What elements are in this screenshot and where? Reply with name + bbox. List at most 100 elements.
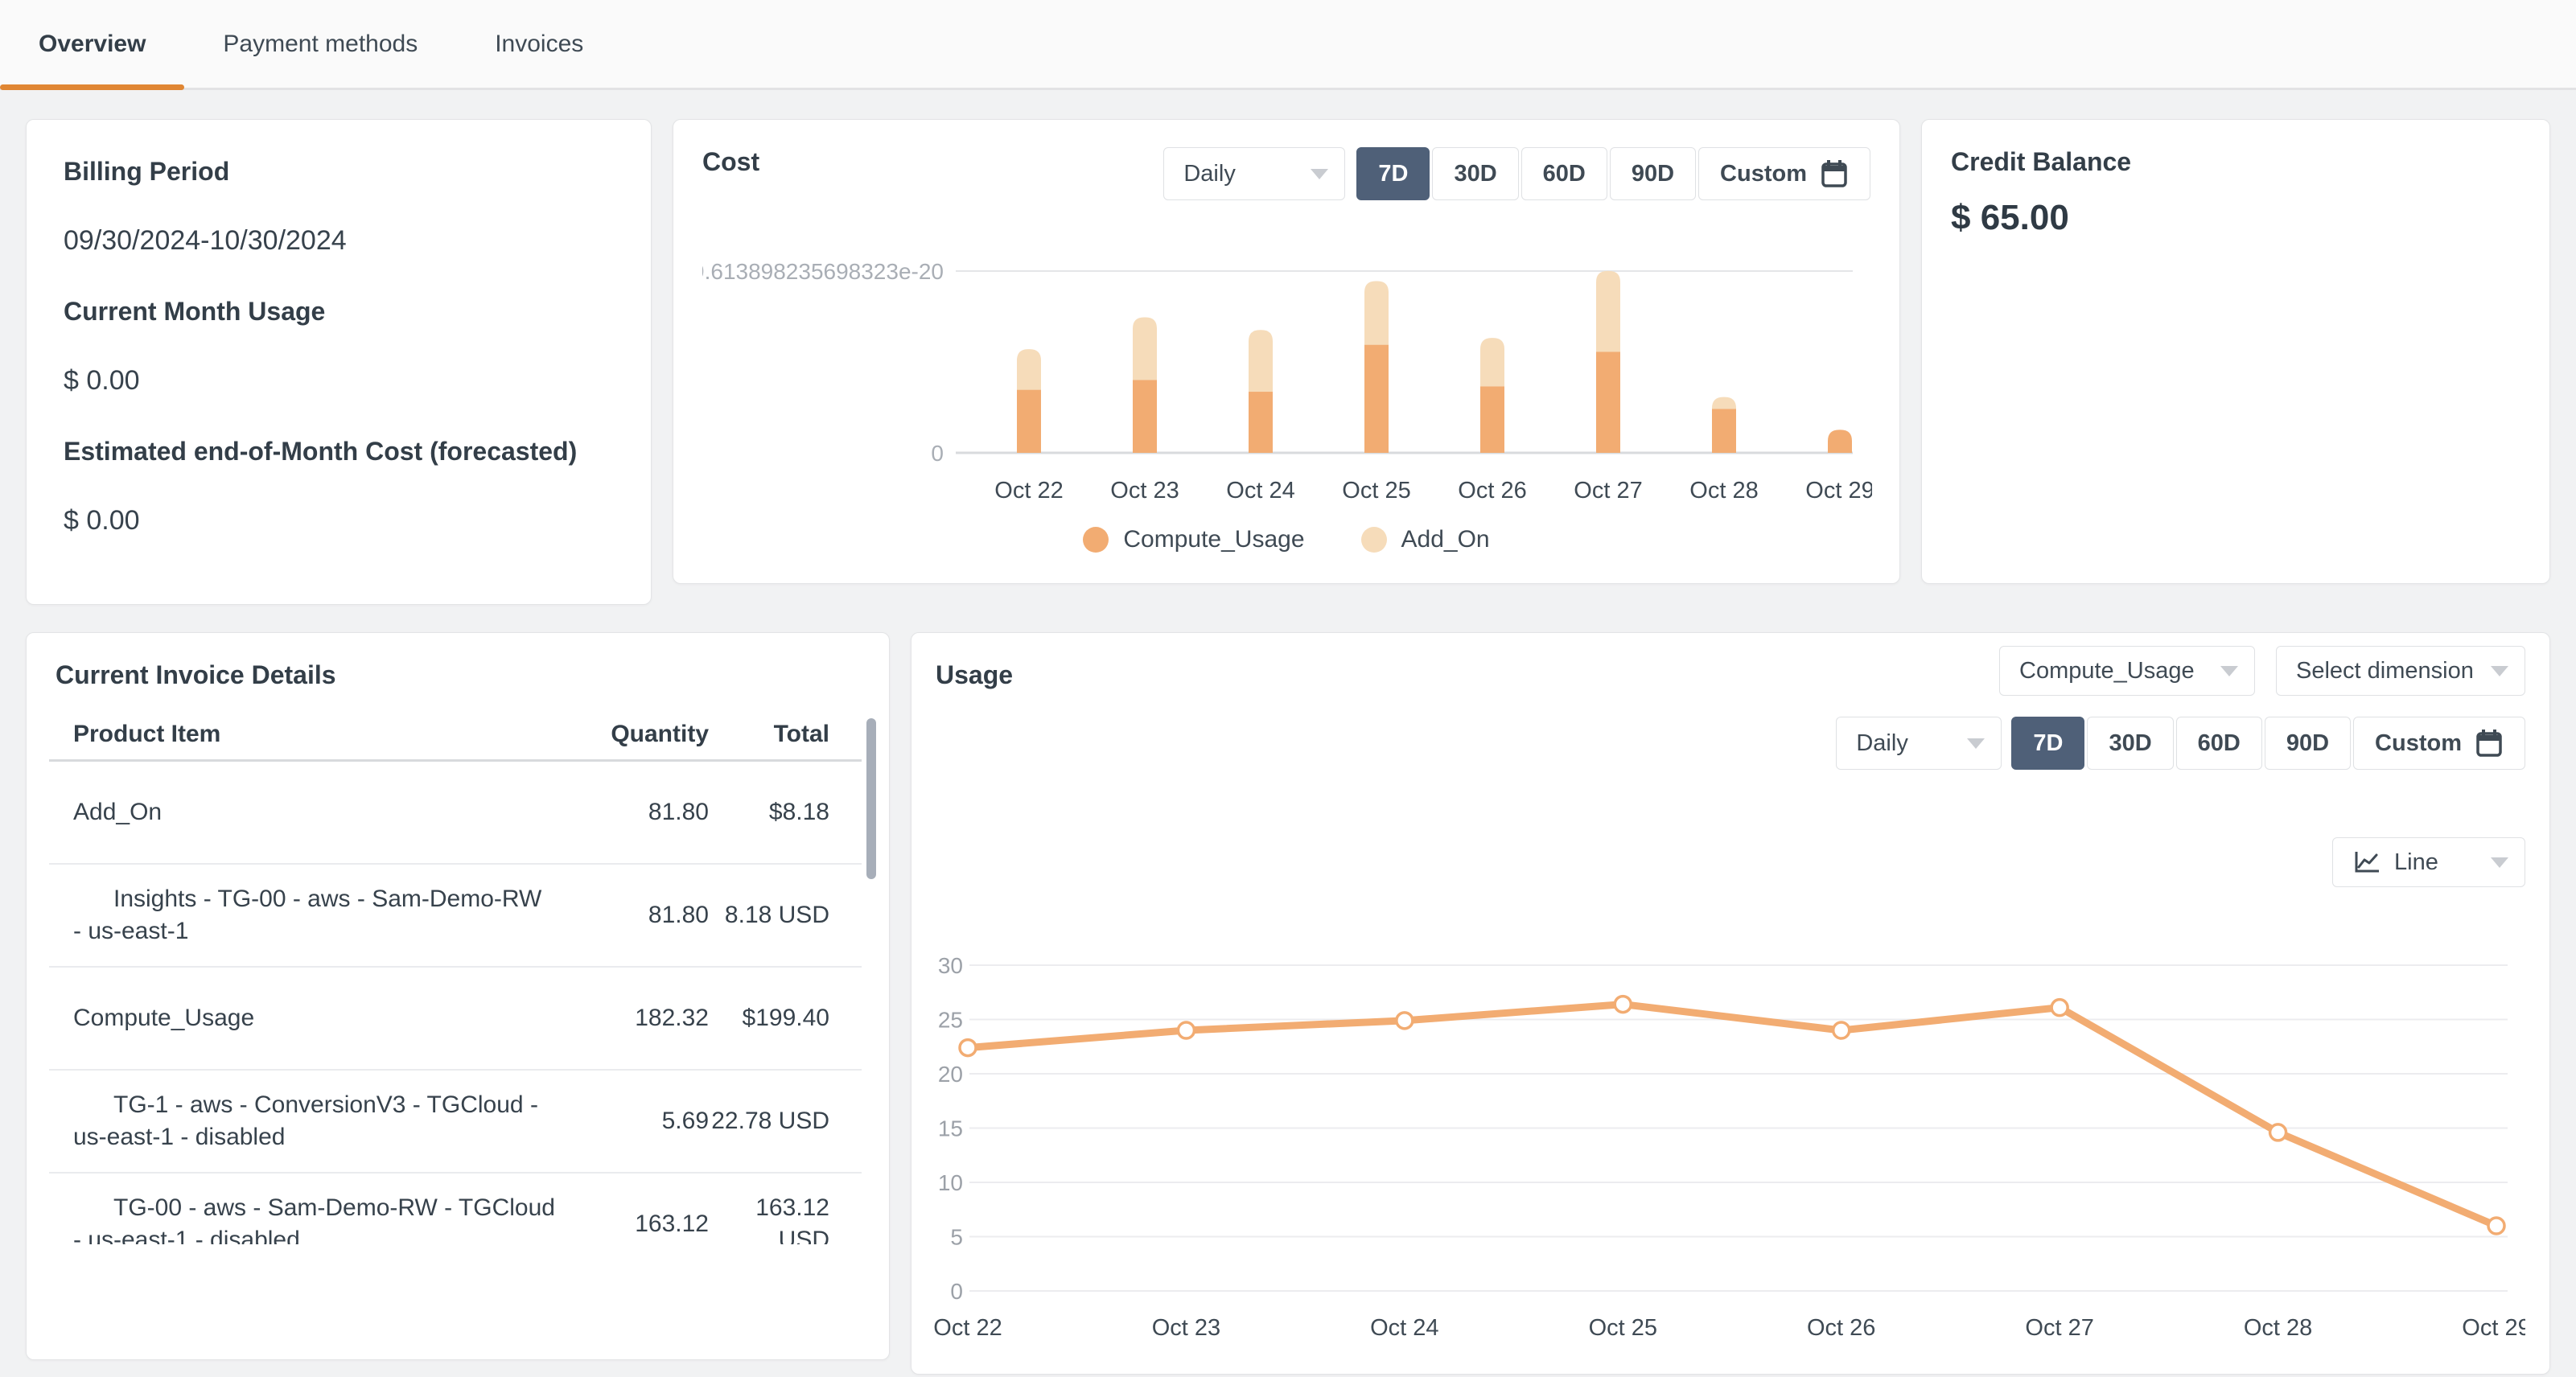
svg-text:25: 25: [938, 1008, 963, 1033]
billing-tab-bar: Overview Payment methods Invoices: [0, 0, 2576, 90]
usage-metric-value: Compute_Usage: [2019, 657, 2195, 684]
range-button-custom[interactable]: Custom: [1698, 147, 1870, 200]
tab-label: Invoices: [495, 30, 584, 57]
legend-label: Compute_Usage: [1123, 526, 1305, 553]
product-item-cell: TG-1 - aws - ConversionV3 - TGCloud - us…: [73, 1091, 538, 1150]
forecast-value: $ 0.00: [64, 505, 140, 536]
range-button-90d[interactable]: 90D: [2264, 717, 2352, 770]
cost-granularity-select[interactable]: Daily: [1163, 147, 1346, 200]
legend-item-compute_usage[interactable]: Compute_Usage: [1083, 526, 1305, 553]
product-item-cell: TG-00 - aws - Sam-Demo-RW - TGCloud - us…: [73, 1194, 555, 1244]
usage-chart-type-value: Line: [2394, 849, 2438, 875]
legend-label: Add_On: [1401, 526, 1490, 553]
forecast-label: Estimated end-of-Month Cost (forecasted): [64, 437, 578, 466]
cost-granularity-value: Daily: [1183, 160, 1236, 187]
tab-label: Payment methods: [223, 30, 418, 57]
svg-text:10: 10: [938, 1170, 963, 1195]
billing-period-label: Billing Period: [64, 157, 230, 186]
svg-text:Oct 29: Oct 29: [2462, 1315, 2525, 1341]
usage-line-chart: 0 5 10 15 20 25 30 Oct 22 Oct 23 Oct 24 Oct 25 Oct …: [933, 955, 2525, 1341]
cost-stacked-bar-chart: 9.613898235698323e-20 0 Oct 22 Oct 23 Oct 24…: [702, 259, 1872, 504]
range-button-60d[interactable]: 60D: [1520, 147, 1607, 200]
range-button-7d[interactable]: 7D: [2011, 717, 2085, 770]
top-row: Billing Period 09/30/2024-10/30/2024 Cur…: [26, 119, 2550, 605]
svg-text:Oct 24: Oct 24: [1226, 478, 1294, 504]
svg-text:0: 0: [931, 441, 944, 466]
legend-item-add_on[interactable]: Add_On: [1360, 526, 1490, 553]
svg-text:Oct 26: Oct 26: [1458, 478, 1526, 504]
tab-overview[interactable]: Overview: [0, 0, 185, 90]
legend-dot-icon: [1360, 527, 1387, 553]
svg-text:Oct 23: Oct 23: [1110, 478, 1179, 504]
svg-text:Oct 22: Oct 22: [994, 478, 1063, 504]
current-invoice-details-card: Current Invoice Details Product Item Qua…: [26, 632, 890, 1360]
product-item-cell: Compute_Usage: [73, 1005, 255, 1031]
chevron-down-icon: [2220, 665, 2238, 676]
cost-range-button-group: 7D 30D 60D 90D Custom: [1356, 147, 1870, 200]
svg-text:Oct 26: Oct 26: [1807, 1315, 1875, 1341]
line-chart-icon: [2355, 852, 2379, 873]
range-button-90d[interactable]: 90D: [1609, 147, 1697, 200]
range-button-30d[interactable]: 30D: [2087, 717, 2174, 770]
tab-label: Overview: [39, 30, 146, 57]
column-total: Total: [773, 721, 829, 747]
invoice-table-row: Add_On 81.80 $8.18: [49, 762, 862, 865]
usage-granularity-select[interactable]: Daily: [1836, 717, 2002, 770]
range-button-7d[interactable]: 7D: [1356, 147, 1430, 200]
svg-text:Oct 25: Oct 25: [1589, 1315, 1657, 1341]
quantity-cell: 81.80: [648, 902, 709, 928]
svg-text:0: 0: [950, 1279, 963, 1304]
svg-text:Oct 29: Oct 29: [1805, 478, 1872, 504]
legend-dot-icon: [1083, 527, 1109, 553]
svg-text:5: 5: [950, 1225, 963, 1250]
invoice-table-body: Add_On 81.80 $8.18 Insights - TG-00 - aws -…: [49, 762, 862, 1244]
invoice-table: Product Item Quantity Total Add_On 81.80 $…: [49, 709, 862, 1244]
usage-dimension-placeholder: Select dimension: [2296, 657, 2474, 684]
usage-metric-select[interactable]: Compute_Usage: [1999, 646, 2255, 696]
range-button-custom[interactable]: Custom: [2353, 717, 2525, 770]
svg-text:15: 15: [938, 1116, 963, 1141]
svg-text:Oct 25: Oct 25: [1342, 478, 1410, 504]
custom-range-label: Custom: [1720, 160, 1807, 187]
bottom-row: Current Invoice Details Product Item Qua…: [26, 632, 2550, 1375]
credit-balance-card: Credit Balance $ 65.00: [1921, 119, 2550, 584]
svg-text:20: 20: [938, 1062, 963, 1087]
credit-balance-amount: $ 65.00: [1951, 198, 2069, 237]
invoice-scrollbar-thumb[interactable]: [866, 718, 876, 879]
svg-text:Oct 27: Oct 27: [2025, 1315, 2093, 1341]
invoice-table-row: Compute_Usage 182.32 $199.40: [49, 968, 862, 1071]
credit-balance-title: Credit Balance: [1951, 147, 2132, 176]
chevron-down-icon: [1967, 738, 1985, 749]
range-button-60d[interactable]: 60D: [2175, 717, 2262, 770]
invoice-card-title: Current Invoice Details: [56, 660, 336, 689]
svg-text:Oct 22: Oct 22: [933, 1315, 1002, 1341]
usage-card: Usage Compute_Usage Select dimension Dai…: [911, 632, 2550, 1375]
billing-period-card: Billing Period 09/30/2024-10/30/2024 Cur…: [26, 119, 652, 605]
quantity-cell: 81.80: [648, 799, 709, 825]
calendar-icon: [1820, 158, 1849, 189]
svg-text:Oct 28: Oct 28: [2244, 1315, 2312, 1341]
total-cell: $199.40: [742, 1005, 829, 1031]
chevron-down-icon: [1311, 168, 1329, 179]
calendar-icon: [2475, 728, 2504, 758]
svg-text:Oct 23: Oct 23: [1152, 1315, 1220, 1341]
invoice-table-row: Insights - TG-00 - aws - Sam-Demo-RW - u…: [49, 865, 862, 968]
total-cell: 163.12 USD: [755, 1194, 829, 1244]
usage-granularity-value: Daily: [1856, 730, 1908, 756]
quantity-cell: 5.69: [661, 1108, 709, 1134]
tab-payment-methods[interactable]: Payment methods: [184, 0, 456, 88]
column-product-item: Product Item: [73, 721, 221, 747]
usage-dimension-select[interactable]: Select dimension: [2276, 646, 2525, 696]
chevron-down-icon: [2491, 665, 2508, 676]
tab-invoices[interactable]: Invoices: [456, 0, 622, 88]
quantity-cell: 182.32: [635, 1005, 709, 1031]
invoice-table-header: Product Item Quantity Total: [49, 709, 862, 762]
svg-text:Oct 24: Oct 24: [1370, 1315, 1438, 1341]
total-cell: 8.18 USD: [724, 902, 829, 928]
usage-chart-type-select[interactable]: Line: [2332, 837, 2525, 887]
invoice-table-row: TG-00 - aws - Sam-Demo-RW - TGCloud - us…: [49, 1174, 862, 1244]
cost-chart-legend: Compute_Usage Add_On: [702, 526, 1870, 553]
range-button-30d[interactable]: 30D: [1432, 147, 1519, 200]
cost-card: Cost Daily 7D 30D 60D 90D Custom 9.613898235…: [673, 119, 1900, 584]
quantity-cell: 163.12: [635, 1211, 709, 1237]
